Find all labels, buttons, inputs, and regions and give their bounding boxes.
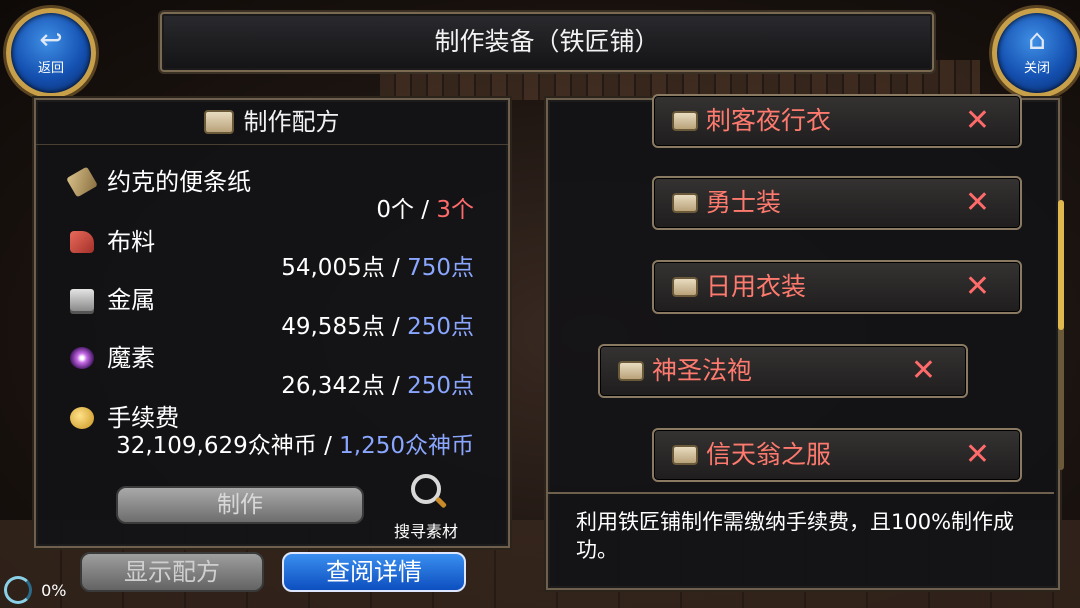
equipment-name: 刺客夜行衣 bbox=[706, 106, 832, 135]
required-amount: 750点 bbox=[407, 255, 474, 281]
material-name: 金属 bbox=[107, 286, 156, 314]
material-item: 魔素 bbox=[70, 338, 155, 373]
unavailable-x-icon: ✕ bbox=[964, 103, 990, 138]
loading-indicator: 0% bbox=[4, 576, 66, 604]
recipe-scroll-icon bbox=[672, 193, 698, 213]
quantity-separator: / bbox=[316, 433, 340, 459]
list-scrollbar[interactable] bbox=[1058, 200, 1064, 470]
material-quantity: 32,109,629众神币 / 1,250众神币 bbox=[116, 426, 474, 460]
owned-amount: 0个 bbox=[376, 197, 414, 223]
required-amount: 250点 bbox=[407, 373, 474, 399]
material-quantity: 54,005点 / 750点 bbox=[281, 248, 474, 282]
material-quantity: 26,342点 / 250点 bbox=[281, 366, 474, 400]
equipment-name: 日用衣装 bbox=[706, 272, 807, 301]
recipe-scroll-icon bbox=[618, 361, 644, 381]
loading-percent: 0% bbox=[41, 580, 67, 600]
owned-amount: 32,109,629众神币 bbox=[116, 433, 317, 459]
owned-amount: 54,005点 bbox=[281, 255, 385, 281]
required-amount: 3个 bbox=[436, 197, 474, 223]
material-quantity: 49,585点 / 250点 bbox=[281, 307, 474, 341]
search-materials-label: 搜寻素材 bbox=[393, 522, 458, 541]
material-name: 布料 bbox=[107, 228, 156, 256]
return-arrow-icon: ↩ bbox=[39, 23, 63, 56]
equipment-name: 勇士装 bbox=[706, 188, 782, 217]
material-name: 约克的便条纸 bbox=[107, 168, 252, 196]
magnifier-icon bbox=[411, 474, 441, 504]
recipe-scroll-icon bbox=[204, 110, 235, 134]
recipe-panel-title: 制作配方 bbox=[243, 108, 340, 136]
info-box: 利用铁匠铺制作需缴纳手续费，且100%制作成功。 bbox=[548, 492, 1054, 588]
close-button[interactable]: ⌂ 关闭 bbox=[992, 8, 1080, 98]
owned-amount: 26,342点 bbox=[281, 373, 385, 399]
close-label: 关闭 bbox=[1023, 61, 1050, 76]
equipment-item[interactable]: 刺客夜行衣 ✕ bbox=[652, 94, 1022, 148]
equipment-name: 神圣法袍 bbox=[652, 356, 753, 385]
view-detail-button[interactable]: 查阅详情 bbox=[282, 552, 466, 592]
title-bar: 制作装备（铁匠铺） bbox=[160, 12, 934, 72]
required-amount: 1,250众神币 bbox=[339, 433, 474, 459]
material-item: 金属 bbox=[70, 280, 155, 315]
quantity-separator: / bbox=[384, 373, 408, 399]
recipe-panel-header: 制作配方 bbox=[36, 100, 508, 145]
quantity-separator: / bbox=[384, 255, 408, 281]
recipe-scroll-icon bbox=[672, 111, 698, 131]
note-icon bbox=[66, 166, 98, 198]
coin-icon bbox=[70, 407, 94, 429]
equipment-name: 信天翁之服 bbox=[706, 440, 832, 469]
back-label: 返回 bbox=[37, 61, 64, 76]
equipment-item[interactable]: 信天翁之服 ✕ bbox=[652, 428, 1022, 482]
back-button[interactable]: ↩ 返回 bbox=[6, 8, 96, 98]
magic-orb-icon bbox=[70, 347, 94, 369]
unavailable-x-icon: ✕ bbox=[964, 437, 990, 472]
material-name: 魔素 bbox=[107, 344, 156, 372]
owned-amount: 49,585点 bbox=[281, 314, 385, 340]
equipment-item[interactable]: 勇士装 ✕ bbox=[652, 176, 1022, 230]
unavailable-x-icon: ✕ bbox=[910, 353, 936, 388]
info-text: 利用铁匠铺制作需缴纳手续费，且100%制作成功。 bbox=[576, 510, 1015, 562]
metal-icon bbox=[70, 289, 94, 311]
recipe-panel: 制作配方 约克的便条纸 0个 / 3个 布料 54,005点 / 750点 金属… bbox=[34, 98, 510, 548]
recipe-scroll-icon bbox=[672, 277, 698, 297]
unavailable-x-icon: ✕ bbox=[964, 185, 990, 220]
recipe-scroll-icon bbox=[672, 445, 698, 465]
material-quantity: 0个 / 3个 bbox=[376, 190, 474, 224]
show-recipe-button[interactable]: 显示配方 bbox=[80, 552, 264, 592]
scrollbar-thumb[interactable] bbox=[1058, 200, 1064, 330]
home-icon: ⌂ bbox=[1028, 23, 1046, 56]
page-title: 制作装备（铁匠铺） bbox=[434, 27, 660, 56]
quantity-separator: / bbox=[413, 197, 437, 223]
search-materials-button[interactable]: 搜寻素材 bbox=[384, 474, 468, 541]
equipment-item[interactable]: 日用衣装 ✕ bbox=[652, 260, 1022, 314]
loading-ring-icon bbox=[4, 576, 32, 604]
material-item: 约克的便条纸 bbox=[66, 162, 252, 198]
equipment-item-selected[interactable]: 神圣法袍 ✕ bbox=[598, 344, 968, 398]
quantity-separator: / bbox=[384, 314, 408, 340]
cloth-icon bbox=[70, 231, 94, 253]
material-item: 布料 bbox=[70, 222, 155, 257]
unavailable-x-icon: ✕ bbox=[964, 269, 990, 304]
make-button[interactable]: 制作 bbox=[116, 486, 364, 524]
required-amount: 250点 bbox=[407, 314, 474, 340]
